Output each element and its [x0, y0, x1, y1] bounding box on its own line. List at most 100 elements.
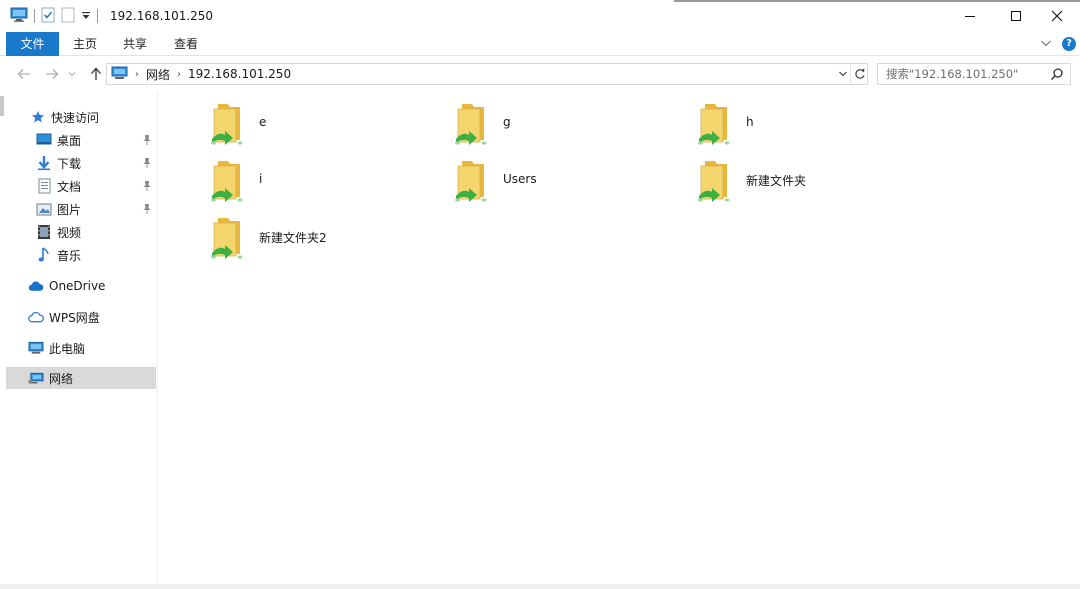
star-icon	[30, 109, 46, 125]
breadcrumb: › 网络 › 192.168.101.250	[111, 66, 291, 82]
ribbon-tabs: 文件 主页 共享 查看 ?	[0, 32, 1080, 56]
toolbar-separator	[97, 9, 98, 23]
folder-name: e	[259, 115, 267, 129]
tab-share[interactable]: 共享	[113, 32, 157, 56]
quick-access-toolbar	[10, 7, 98, 25]
cloud-icon	[28, 278, 44, 294]
close-icon	[1051, 10, 1063, 22]
sidebar-item-network[interactable]: 网络	[6, 367, 156, 389]
search-icon[interactable]	[1050, 67, 1064, 81]
sidebar-item-this-pc[interactable]: 此电脑	[28, 337, 156, 359]
desktop-icon	[36, 132, 52, 148]
file-list: e g h i Users 新建文件夹 新建文件夹2	[159, 92, 1080, 584]
scrollbar-hint	[0, 96, 4, 116]
sidebar-item-music[interactable]: 音乐	[36, 244, 156, 266]
back-button[interactable]	[14, 65, 34, 83]
properties-icon[interactable]	[41, 7, 55, 26]
sidebar-item-label: 桌面	[57, 133, 82, 148]
sidebar-item-onedrive[interactable]: OneDrive	[28, 275, 156, 297]
folder-name: i	[259, 172, 263, 186]
up-button[interactable]	[86, 65, 106, 83]
shared-folder-icon	[211, 104, 243, 145]
picture-icon	[36, 201, 52, 217]
forward-button[interactable]	[42, 65, 62, 83]
expand-ribbon-button[interactable]	[1040, 37, 1052, 51]
breadcrumb-separator-icon[interactable]: ›	[135, 69, 139, 80]
sidebar-item-label: 视频	[57, 225, 82, 240]
maximize-button[interactable]	[993, 0, 1039, 32]
download-icon	[36, 155, 52, 171]
tab-view[interactable]: 查看	[164, 32, 208, 56]
shared-folder-icon	[698, 104, 730, 145]
sidebar-item-label: 网络	[49, 371, 74, 386]
folder-name: 新建文件夹	[746, 174, 807, 188]
sidebar-item-label: 图片	[57, 202, 82, 217]
search-box[interactable]	[877, 63, 1071, 85]
shared-folder-icon	[211, 161, 243, 202]
refresh-button[interactable]	[850, 64, 868, 84]
maximize-icon	[1011, 11, 1021, 21]
pin-icon[interactable]	[142, 134, 152, 146]
pin-icon[interactable]	[142, 157, 152, 169]
sidebar-item-downloads[interactable]: 下载	[36, 152, 156, 174]
arrow-up-icon	[91, 67, 101, 80]
help-icon[interactable]: ?	[1062, 37, 1076, 51]
sidebar-item-label: 文档	[57, 179, 82, 194]
sidebar-item-documents[interactable]: 文档	[36, 175, 156, 197]
recent-locations-button[interactable]	[66, 65, 78, 83]
breadcrumb-network[interactable]: 网络	[146, 66, 170, 83]
title-bar: 192.168.101.250	[0, 0, 1080, 32]
sidebar-item-videos[interactable]: 视频	[36, 221, 156, 243]
refresh-icon	[854, 68, 865, 79]
network-icon	[28, 370, 44, 386]
window-bottom-edge	[0, 584, 1080, 589]
shared-folder-new-folder[interactable]: 新建文件夹	[696, 157, 896, 209]
computer-icon	[111, 66, 128, 83]
breadcrumb-host[interactable]: 192.168.101.250	[188, 67, 291, 81]
folder-name: Users	[503, 172, 537, 186]
computer-icon	[28, 340, 44, 356]
pin-icon[interactable]	[142, 180, 152, 192]
shared-folder-i[interactable]: i	[209, 157, 409, 209]
arrow-right-icon	[46, 69, 59, 79]
new-folder-icon[interactable]	[61, 7, 75, 26]
close-button[interactable]	[1034, 0, 1080, 32]
sidebar-item-label: 下载	[57, 156, 82, 171]
shared-folder-e[interactable]: e	[209, 100, 409, 152]
shared-folder-icon	[455, 161, 487, 202]
sidebar-item-wps-drive[interactable]: WPS网盘	[28, 306, 156, 328]
shared-folder-users[interactable]: Users	[453, 157, 653, 209]
sidebar-item-label: 此电脑	[49, 341, 86, 356]
video-icon	[36, 224, 52, 240]
sidebar-item-pictures[interactable]: 图片	[36, 198, 156, 220]
address-history-button[interactable]	[836, 64, 850, 84]
cloud-outline-icon	[28, 309, 44, 325]
navigation-bar: › 网络 › 192.168.101.250	[0, 57, 1080, 91]
chevron-down-icon	[68, 72, 76, 77]
shared-folder-icon	[698, 161, 730, 202]
tab-home[interactable]: 主页	[63, 32, 107, 56]
sidebar-item-label: 音乐	[57, 248, 82, 263]
sidebar-item-desktop[interactable]: 桌面	[36, 129, 156, 151]
tab-file[interactable]: 文件	[6, 32, 59, 56]
folder-name: 新建文件夹2	[259, 231, 327, 245]
search-input[interactable]	[880, 65, 1044, 83]
address-bar[interactable]: › 网络 › 192.168.101.250	[106, 63, 868, 85]
pane-divider	[157, 92, 158, 584]
sidebar-item-label: OneDrive	[49, 279, 106, 293]
breadcrumb-separator-icon[interactable]: ›	[177, 69, 181, 80]
shared-folder-new-folder-2[interactable]: 新建文件夹2	[209, 214, 409, 266]
computer-icon[interactable]	[10, 7, 28, 26]
toolbar-separator	[34, 9, 35, 23]
arrow-left-icon	[17, 69, 30, 79]
minimize-button[interactable]	[947, 0, 993, 32]
shared-folder-icon	[455, 104, 487, 145]
pin-icon[interactable]	[142, 203, 152, 215]
minimize-icon	[965, 16, 975, 17]
sidebar-item-label: WPS网盘	[49, 310, 100, 325]
shared-folder-g[interactable]: g	[453, 100, 653, 152]
customize-toolbar-icon[interactable]	[81, 9, 91, 24]
shared-folder-h[interactable]: h	[696, 100, 896, 152]
ribbon-right-controls: ?	[1040, 36, 1080, 52]
sidebar-item-quick-access[interactable]: 快速访问	[30, 106, 156, 128]
